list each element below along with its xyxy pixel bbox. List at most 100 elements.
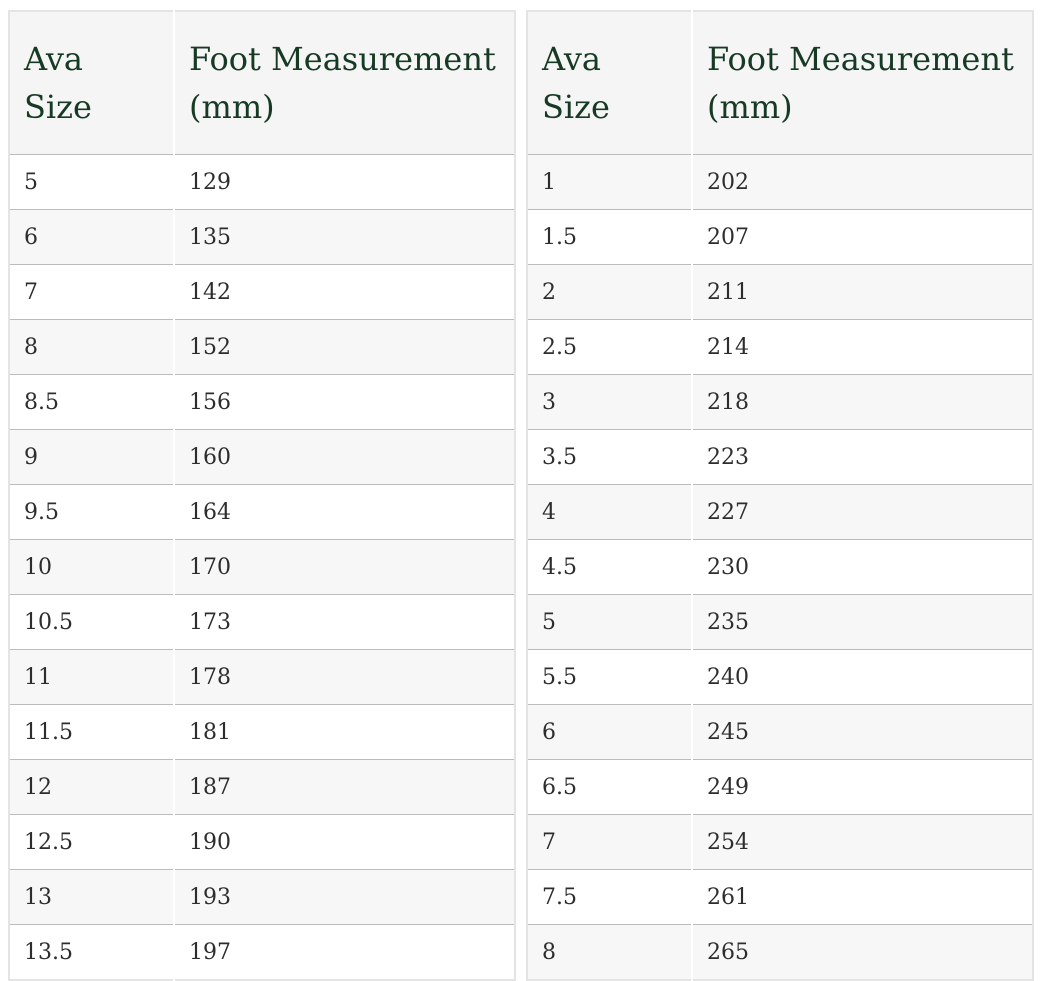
cell-foot-measurement: 218 [707, 389, 749, 415]
table-row: 7.5 261 [527, 869, 1033, 925]
table-row: 2.5 214 [527, 319, 1033, 375]
cell-foot-measurement: 135 [189, 224, 231, 250]
cell-ava-size: 4 [527, 484, 693, 540]
cell-ava-size: 8.5 [9, 374, 175, 430]
table-row: 7 254 [527, 814, 1033, 870]
header-ava-size: Ava Size [527, 11, 693, 155]
cell-foot-measurement: 160 [189, 444, 231, 470]
table-row: 1.5 207 [527, 209, 1033, 265]
cell-ava-size: 8 [527, 924, 693, 980]
cell-foot-measurement: 254 [707, 829, 749, 855]
size-chart-table-left: Ava Size Foot Measurement (mm) 5 129 6 135 7… [8, 10, 516, 981]
table-row: 5.5 240 [527, 649, 1033, 705]
cell-foot-measurement: 207 [707, 224, 749, 250]
table-row: 6 135 [9, 209, 515, 265]
table-row: 6.5 249 [527, 759, 1033, 815]
cell-ava-size: 3 [527, 374, 693, 430]
cell-ava-size: 10.5 [9, 594, 175, 650]
cell-foot-measurement: 170 [189, 554, 231, 580]
header-ava-size: Ava Size [9, 11, 175, 155]
cell-ava-size: 5 [527, 594, 693, 650]
header-foot-measurement: Foot Measurement (mm) [692, 11, 1033, 155]
table-row: 4 227 [527, 484, 1033, 540]
table-row: 5 129 [9, 154, 515, 210]
cell-ava-size: 3.5 [527, 429, 693, 485]
cell-ava-size: 6 [9, 209, 175, 265]
cell-ava-size: 2 [527, 264, 693, 320]
cell-foot-measurement: 235 [707, 609, 749, 635]
cell-ava-size: 9.5 [9, 484, 175, 540]
cell-ava-size: 11 [9, 649, 175, 705]
cell-foot-measurement: 164 [189, 499, 231, 525]
table-row: 13.5 197 [9, 924, 515, 980]
table-row: 5 235 [527, 594, 1033, 650]
cell-foot-measurement: 181 [189, 719, 231, 745]
cell-ava-size: 1 [527, 154, 693, 210]
cell-ava-size: 12 [9, 759, 175, 815]
cell-foot-measurement: 211 [707, 279, 749, 305]
table-row: 8.5 156 [9, 374, 515, 430]
cell-ava-size: 12.5 [9, 814, 175, 870]
cell-foot-measurement: 193 [189, 884, 231, 910]
cell-foot-measurement: 187 [189, 774, 231, 800]
table-row: 12.5 190 [9, 814, 515, 870]
table-body: 5 129 6 135 7 142 8 152 8.5 156 9 160 9.5 164 10 170 10.… [9, 154, 515, 980]
cell-ava-size: 2.5 [527, 319, 693, 375]
cell-ava-size: 13 [9, 869, 175, 925]
cell-ava-size: 6 [527, 704, 693, 760]
cell-foot-measurement: 190 [189, 829, 231, 855]
table-row: 1 202 [527, 154, 1033, 210]
cell-ava-size: 9 [9, 429, 175, 485]
cell-foot-measurement: 202 [707, 169, 749, 195]
table-row: 9.5 164 [9, 484, 515, 540]
cell-ava-size: 7 [9, 264, 175, 320]
cell-foot-measurement: 197 [189, 939, 231, 965]
cell-ava-size: 4.5 [527, 539, 693, 595]
cell-foot-measurement: 223 [707, 444, 749, 470]
table-body: 1 202 1.5 207 2 211 2.5 214 3 218 3.5 223 4 227 4.5 230… [527, 154, 1033, 980]
cell-foot-measurement: 156 [189, 389, 231, 415]
cell-foot-measurement: 245 [707, 719, 749, 745]
table-row: 12 187 [9, 759, 515, 815]
cell-ava-size: 8 [9, 319, 175, 375]
cell-foot-measurement: 261 [707, 884, 749, 910]
table-header-row: Ava Size Foot Measurement (mm) [527, 11, 1033, 155]
cell-foot-measurement: 142 [189, 279, 231, 305]
table-row: 11.5 181 [9, 704, 515, 760]
cell-ava-size: 10 [9, 539, 175, 595]
cell-foot-measurement: 214 [707, 334, 749, 360]
cell-ava-size: 1.5 [527, 209, 693, 265]
cell-ava-size: 13.5 [9, 924, 175, 980]
table-row: 3 218 [527, 374, 1033, 430]
table-row: 3.5 223 [527, 429, 1033, 485]
cell-ava-size: 7.5 [527, 869, 693, 925]
table-row: 10 170 [9, 539, 515, 595]
table-row: 2 211 [527, 264, 1033, 320]
cell-ava-size: 6.5 [527, 759, 693, 815]
table-row: 4.5 230 [527, 539, 1033, 595]
table-row: 9 160 [9, 429, 515, 485]
cell-foot-measurement: 265 [707, 939, 749, 965]
table-header-row: Ava Size Foot Measurement (mm) [9, 11, 515, 155]
cell-ava-size: 11.5 [9, 704, 175, 760]
cell-foot-measurement: 178 [189, 664, 231, 690]
cell-ava-size: 5.5 [527, 649, 693, 705]
cell-foot-measurement: 173 [189, 609, 231, 635]
cell-ava-size: 5 [9, 154, 175, 210]
cell-foot-measurement: 230 [707, 554, 749, 580]
size-chart-table-right: Ava Size Foot Measurement (mm) 1 202 1.5 20… [526, 10, 1034, 981]
cell-foot-measurement: 249 [707, 774, 749, 800]
cell-foot-measurement: 227 [707, 499, 749, 525]
table-row: 13 193 [9, 869, 515, 925]
table-row: 8 265 [527, 924, 1033, 980]
cell-foot-measurement: 129 [189, 169, 231, 195]
table-row: 10.5 173 [9, 594, 515, 650]
cell-foot-measurement: 240 [707, 664, 749, 690]
cell-foot-measurement: 152 [189, 334, 231, 360]
cell-ava-size: 7 [527, 814, 693, 870]
table-row: 7 142 [9, 264, 515, 320]
header-foot-measurement: Foot Measurement (mm) [174, 11, 515, 155]
table-row: 8 152 [9, 319, 515, 375]
table-row: 6 245 [527, 704, 1033, 760]
table-row: 11 178 [9, 649, 515, 705]
